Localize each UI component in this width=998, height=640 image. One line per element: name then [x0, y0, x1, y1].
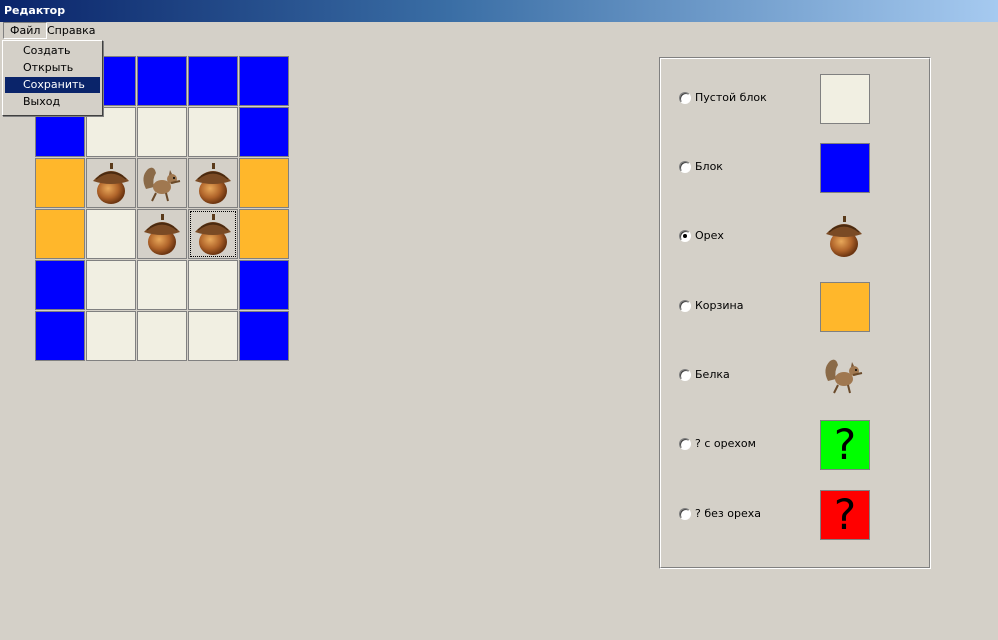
option-label: Белка [695, 368, 730, 381]
map-cell-nut[interactable] [137, 209, 187, 259]
map-cell-block[interactable] [35, 311, 85, 361]
radio-button[interactable] [679, 161, 691, 173]
map-cell-block[interactable] [239, 56, 289, 106]
menu-item-exit[interactable]: Выход [5, 94, 100, 110]
menu-bar: Файл Справка [0, 22, 998, 40]
palette-option-squirrel[interactable]: Белка [679, 351, 919, 401]
palette-option-nut[interactable]: Орех [679, 212, 919, 262]
map-cell-empty[interactable] [137, 260, 187, 310]
map-cell-block[interactable] [35, 260, 85, 310]
option-label: ? с орехом [695, 437, 756, 450]
map-cell-empty[interactable] [86, 209, 136, 259]
map-cell-block[interactable] [137, 56, 187, 106]
swatch-block [820, 143, 870, 193]
option-label: Блок [695, 160, 723, 173]
palette-option-empty[interactable]: Пустой блок [679, 74, 919, 124]
menu-item-create[interactable]: Создать [5, 43, 100, 59]
map-cell-basket[interactable] [35, 209, 85, 259]
palette-option-question-with-nut[interactable]: ? с орехом? [679, 420, 919, 470]
map-cell-empty[interactable] [188, 260, 238, 310]
palette-option-block[interactable]: Блок [679, 143, 919, 193]
option-label: Пустой блок [695, 91, 767, 104]
radio-button[interactable] [679, 438, 691, 450]
squirrel-icon [825, 359, 863, 394]
option-label: Орех [695, 229, 724, 242]
map-cell-empty[interactable] [137, 311, 187, 361]
menu-item-open[interactable]: Открыть [5, 60, 100, 76]
file-menu-dropdown: Создать Открыть Сохранить Выход [2, 40, 103, 116]
menu-item-save[interactable]: Сохранить [5, 77, 100, 93]
radio-button[interactable] [679, 369, 691, 381]
radio-button[interactable] [679, 92, 691, 104]
radio-button[interactable] [679, 230, 691, 242]
map-cell-empty[interactable] [188, 107, 238, 157]
map-cell-squirrel[interactable] [137, 158, 187, 208]
map-cell-nut[interactable] [86, 158, 136, 208]
swatch-question-without-nut: ? [820, 490, 870, 540]
tile-palette-panel: Пустой блок Блок Орех Корзина Белка ? с орехо… [659, 57, 931, 569]
option-label: Корзина [695, 299, 744, 312]
map-cell-empty[interactable] [137, 107, 187, 157]
map-cell-block[interactable] [239, 260, 289, 310]
swatch-squirrel [820, 351, 870, 401]
swatch-nut [820, 212, 870, 262]
option-label: ? без ореха [695, 507, 761, 520]
swatch-basket [820, 282, 870, 332]
swatch-empty [820, 74, 870, 124]
map-cell-basket[interactable] [239, 209, 289, 259]
map-cell-basket[interactable] [35, 158, 85, 208]
nut-icon [195, 214, 231, 255]
radio-button[interactable] [679, 300, 691, 312]
nut-icon [195, 163, 231, 204]
menu-help[interactable]: Справка [41, 23, 101, 39]
map-cell-nut[interactable] [188, 209, 238, 259]
question-mark-icon: ? [833, 420, 857, 469]
map-cell-empty[interactable] [86, 260, 136, 310]
map-cell-block[interactable] [239, 107, 289, 157]
nut-icon [144, 214, 180, 255]
editor-window: Редактор Файл Справка Создать Открыть Со… [0, 0, 998, 640]
map-cell-block[interactable] [239, 311, 289, 361]
title-bar: Редактор [0, 0, 998, 22]
palette-option-question-without-nut[interactable]: ? без ореха? [679, 490, 919, 540]
map-cell-empty[interactable] [188, 311, 238, 361]
window-title: Редактор [4, 4, 66, 17]
nut-icon [93, 163, 129, 204]
map-cell-basket[interactable] [239, 158, 289, 208]
squirrel-icon [143, 167, 181, 202]
question-mark-icon: ? [833, 490, 857, 539]
nut-icon [826, 216, 862, 257]
map-cell-nut[interactable] [188, 158, 238, 208]
swatch-question-with-nut: ? [820, 420, 870, 470]
palette-option-basket[interactable]: Корзина [679, 282, 919, 332]
map-cell-block[interactable] [188, 56, 238, 106]
map-cell-empty[interactable] [86, 311, 136, 361]
radio-button[interactable] [679, 508, 691, 520]
